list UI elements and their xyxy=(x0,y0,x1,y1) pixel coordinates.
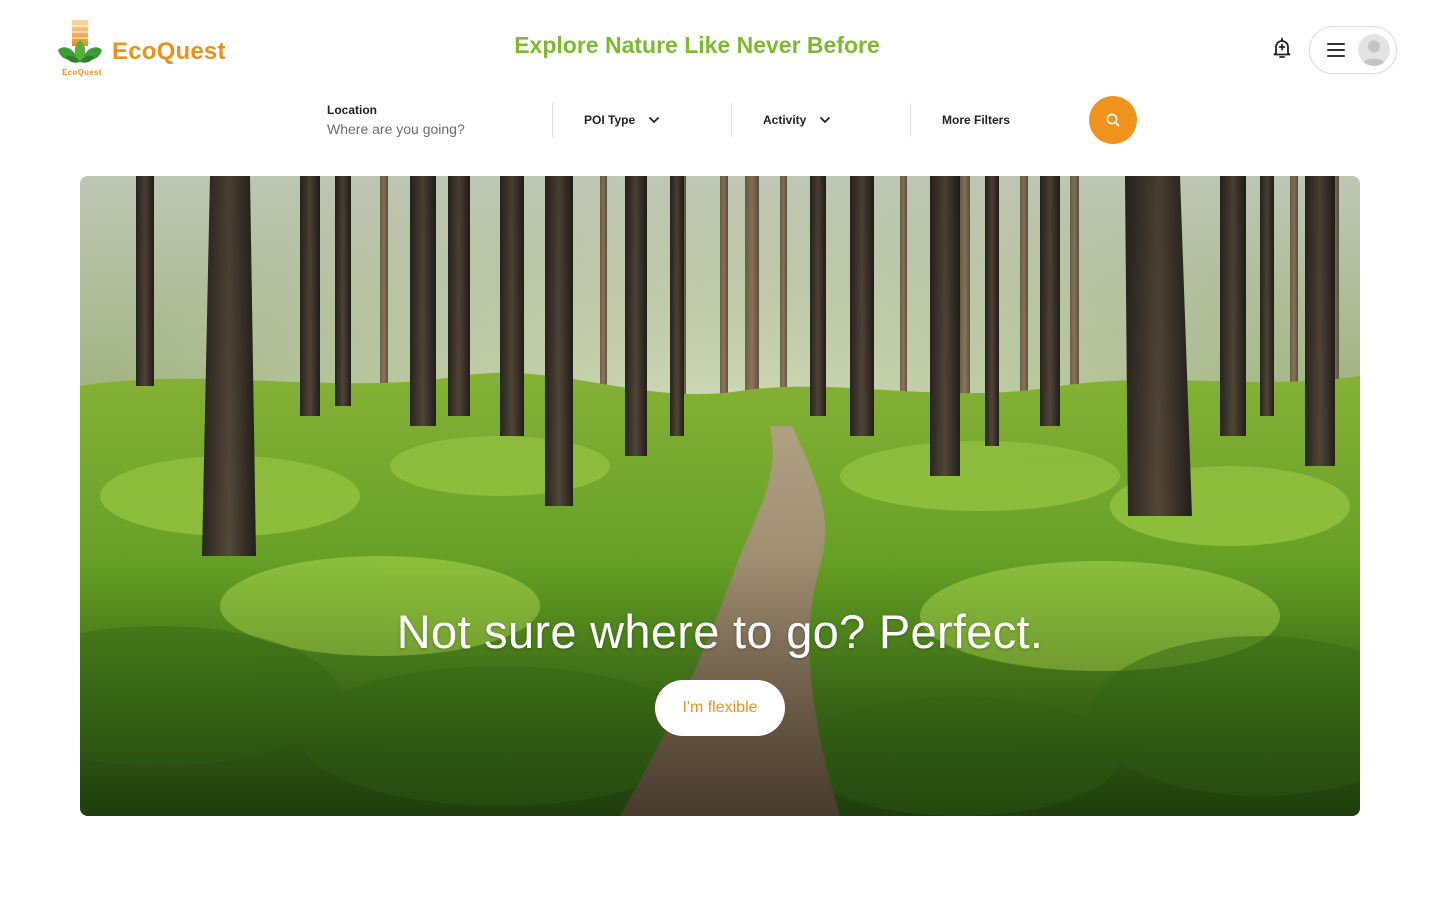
bell-plus-icon[interactable] xyxy=(1270,36,1294,60)
hamburger-icon xyxy=(1326,42,1346,58)
poi-type-dropdown[interactable]: POI Type xyxy=(553,96,731,144)
location-label: Location xyxy=(327,103,377,117)
poi-type-label: POI Type xyxy=(584,113,636,127)
search-button[interactable] xyxy=(1089,96,1137,144)
more-filters-label: More Filters xyxy=(942,113,1011,127)
activity-label: Activity xyxy=(763,113,807,127)
search-icon xyxy=(1106,113,1120,127)
tagline-text: Explore Nature Like Never Before xyxy=(514,32,880,58)
user-menu-button[interactable] xyxy=(1309,26,1397,74)
hero-title: Not sure where to go? Perfect. xyxy=(396,605,1044,658)
page-tagline: Explore Nature Like Never Before xyxy=(0,32,1440,59)
im-flexible-button[interactable]: I'm flexible xyxy=(655,680,785,736)
location-field[interactable]: Location xyxy=(310,96,552,144)
search-bar: Location POI Type Activity More Filters xyxy=(310,96,1137,144)
chevron-down-icon xyxy=(649,117,660,123)
logo-small-text: EcoQuest xyxy=(62,68,102,77)
activity-dropdown[interactable]: Activity xyxy=(732,96,910,144)
user-avatar-icon xyxy=(1358,34,1390,66)
location-input[interactable] xyxy=(327,121,527,137)
hero-banner: Not sure where to go? Perfect. I'm flexi… xyxy=(80,176,1360,816)
chevron-down-icon xyxy=(820,117,831,123)
more-filters-button[interactable]: More Filters xyxy=(911,96,1061,144)
